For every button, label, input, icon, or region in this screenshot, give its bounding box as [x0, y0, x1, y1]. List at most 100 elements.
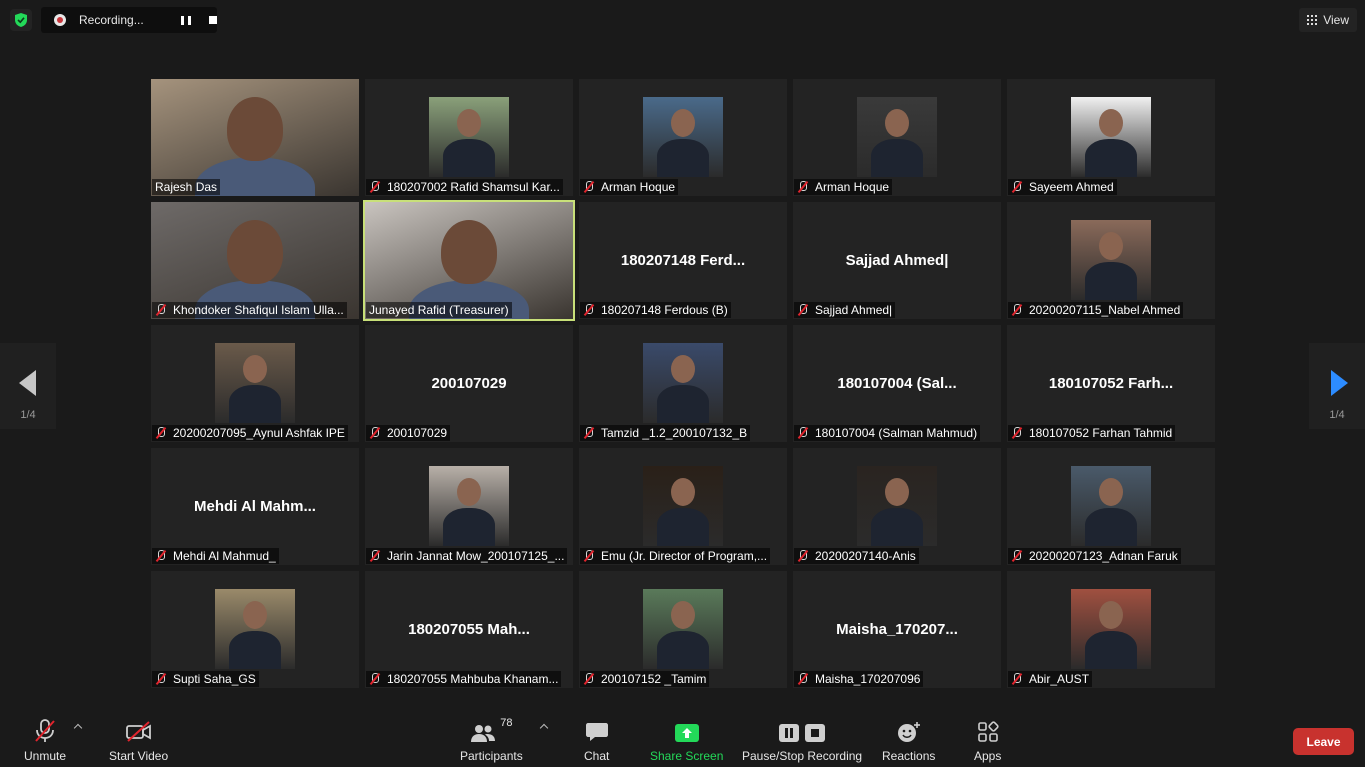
profile-picture [643, 97, 723, 177]
profile-picture [643, 589, 723, 669]
chat-button[interactable]: Chat [584, 719, 609, 763]
participant-tile[interactable]: Sayeem Ahmed [1007, 79, 1215, 196]
pause-recording-icon[interactable] [181, 15, 191, 25]
participant-name: 20200207140-Anis [815, 549, 916, 563]
participants-options-chevron-icon[interactable] [539, 723, 549, 733]
profile-picture [643, 466, 723, 546]
participant-tile[interactable]: 20200207123_Adnan Faruk [1007, 448, 1215, 565]
participant-name-label: 180107004 (Salman Mahmud) [794, 425, 981, 441]
participant-tile[interactable]: Supti Saha_GS [151, 571, 359, 688]
participant-name-label: Arman Hoque [794, 179, 893, 195]
participant-name-label: Junayed Rafid (Treasurer) [366, 302, 512, 318]
muted-mic-icon [155, 673, 167, 685]
participant-tile[interactable]: Abir_AUST [1007, 571, 1215, 688]
participants-icon [471, 725, 496, 742]
person-head [457, 109, 481, 137]
profile-picture [1071, 97, 1151, 177]
pause-icon [779, 724, 800, 742]
participant-name-label: Rajesh Das [152, 179, 221, 195]
participant-tile[interactable]: 20200207095_Aynul Ashfak IPE [151, 325, 359, 442]
share-screen-button[interactable]: Share Screen [650, 719, 723, 763]
person-body [443, 139, 495, 177]
person-head [1099, 601, 1123, 629]
participant-tile[interactable]: Jarin Jannat Mow_200107125_... [365, 448, 573, 565]
smiley-plus-icon [897, 722, 920, 742]
pause-stop-recording-label: Pause/Stop Recording [742, 749, 863, 763]
arrow-right-icon [1331, 370, 1348, 396]
arrow-left-icon [19, 370, 36, 396]
participant-tile[interactable]: 180207002 Rafid Shamsul Kar... [365, 79, 573, 196]
participant-tile[interactable]: Khondoker Shafiqul Islam Ulla... [151, 202, 359, 319]
unmute-label: Unmute [24, 749, 67, 763]
recording-indicator: Recording... [41, 7, 217, 33]
person-body [1085, 262, 1137, 300]
participant-name-label: 200107152 _Tamim [580, 671, 710, 687]
muted-mic-icon [797, 304, 809, 316]
participant-name: Tamzid _1.2_200107132_B [601, 426, 748, 440]
participant-name-label: 180107052 Farhan Tahmid [1008, 425, 1176, 441]
participant-tile[interactable]: 180107004 (Sal... 180107004 (Salman Mahmu… [793, 325, 1001, 442]
reactions-button[interactable]: Reactions [882, 719, 935, 763]
participant-tile[interactable]: Mehdi Al Mahm... Mehdi Al Mahmud_ [151, 448, 359, 565]
muted-mic-icon [797, 673, 809, 685]
person-head [243, 355, 267, 383]
muted-mic-icon [1011, 550, 1023, 562]
person-head [671, 355, 695, 383]
participant-name-label: Abir_AUST [1008, 671, 1093, 687]
participant-display-name: 180107004 (Sal... [837, 375, 957, 392]
apps-button[interactable]: Apps [974, 719, 1001, 763]
person-head [243, 601, 267, 629]
share-screen-label: Share Screen [650, 749, 724, 763]
view-button[interactable]: View [1299, 8, 1357, 32]
participant-display-name: Sajjad Ahmed| [845, 252, 949, 269]
muted-mic-icon [155, 427, 167, 439]
security-shield-icon[interactable] [10, 9, 32, 31]
person-body [657, 631, 709, 669]
muted-mic-icon [583, 673, 595, 685]
participant-tile[interactable]: 20200207140-Anis [793, 448, 1001, 565]
participant-tile[interactable]: Junayed Rafid (Treasurer) [363, 200, 575, 321]
participant-tile[interactable]: Arman Hoque [579, 79, 787, 196]
person-body [443, 508, 495, 546]
view-label: View [1323, 13, 1349, 27]
grid-view-icon [1307, 15, 1318, 25]
participant-tile[interactable]: Emu (Jr. Director of Program,... [579, 448, 787, 565]
participant-name-label: 180207002 Rafid Shamsul Kar... [366, 179, 563, 195]
pause-stop-recording-button[interactable]: Pause/Stop Recording [742, 719, 862, 763]
next-page-button[interactable]: 1/4 [1309, 343, 1365, 429]
person-head [457, 478, 481, 506]
participants-button[interactable]: 78 Participants [460, 717, 523, 763]
participant-name-label: 20200207115_Nabel Ahmed [1008, 302, 1184, 318]
person-head [1099, 478, 1123, 506]
participant-tile[interactable]: Arman Hoque [793, 79, 1001, 196]
participant-tile[interactable]: 180207055 Mah... 180207055 Mahbuba Khanam… [365, 571, 573, 688]
video-camera-off-icon [125, 721, 151, 742]
leave-button[interactable]: Leave [1293, 728, 1354, 755]
participant-tile[interactable]: 180207148 Ferd... 180207148 Ferdous (B) [579, 202, 787, 319]
muted-mic-icon [1011, 304, 1023, 316]
previous-page-button[interactable]: 1/4 [0, 343, 56, 429]
participant-name: Jarin Jannat Mow_200107125_... [387, 549, 565, 563]
participant-tile[interactable]: 200107152 _Tamim [579, 571, 787, 688]
unmute-button[interactable]: Unmute [24, 719, 66, 763]
profile-picture [1071, 220, 1151, 300]
start-video-button[interactable]: Start Video [109, 719, 168, 763]
participant-tile[interactable]: Maisha_170207... Maisha_170207096 [793, 571, 1001, 688]
stop-recording-icon[interactable] [209, 16, 217, 24]
person-body [229, 631, 281, 669]
stop-icon [805, 724, 826, 742]
person-silhouette [227, 97, 283, 161]
person-head [1099, 109, 1123, 137]
participant-name: 200107029 [387, 426, 448, 440]
participant-tile[interactable]: 180107052 Farh... 180107052 Farhan Tahmid [1007, 325, 1215, 442]
participant-display-name: 200107029 [431, 375, 507, 392]
participant-name-label: Sayeem Ahmed [1008, 179, 1117, 195]
participant-name: 180207002 Rafid Shamsul Kar... [387, 180, 560, 194]
participant-tile[interactable]: 20200207115_Nabel Ahmed [1007, 202, 1215, 319]
participant-tile[interactable]: Sajjad Ahmed| Sajjad Ahmed| [793, 202, 1001, 319]
participant-tile[interactable]: Tamzid _1.2_200107132_B [579, 325, 787, 442]
audio-options-chevron-icon[interactable] [73, 723, 83, 733]
muted-mic-icon [583, 427, 595, 439]
participant-tile[interactable]: 200107029 200107029 [365, 325, 573, 442]
participant-tile[interactable]: Rajesh Das [151, 79, 359, 196]
